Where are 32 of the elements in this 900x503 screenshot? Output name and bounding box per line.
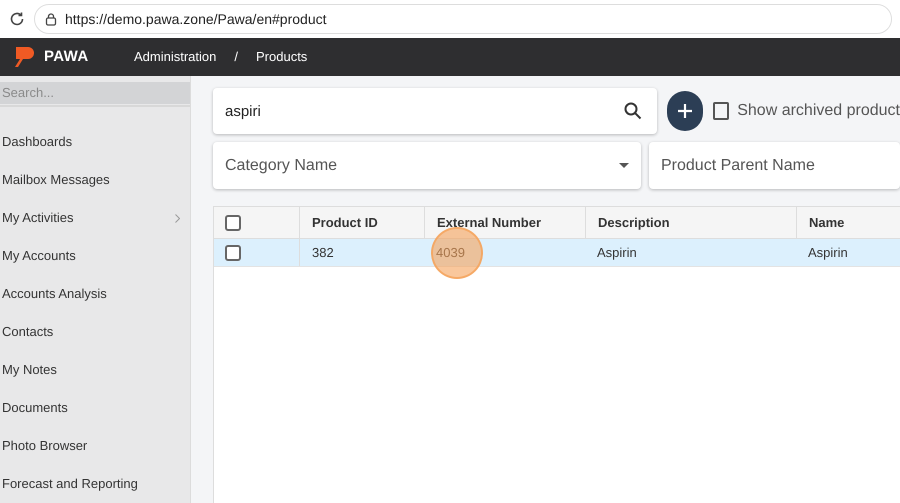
table-cell-text: 382 [312, 244, 334, 262]
address-bar[interactable]: https://demo.pawa.zone/Pawa/en#product [34, 4, 892, 34]
placeholder-text: Product Parent Name [661, 156, 815, 176]
logo-text: PAWA [44, 46, 89, 67]
sidebar-item[interactable]: Accounts Analysis [0, 275, 190, 313]
sidebar-item[interactable]: Forecast and Reporting [0, 465, 190, 503]
column-header[interactable]: Product ID [312, 212, 378, 232]
placeholder-text: Category Name [225, 156, 338, 176]
category-dropdown[interactable]: Category Name [213, 142, 641, 189]
column-header[interactable]: Name [809, 212, 844, 232]
sidebar-item[interactable]: My Accounts [0, 237, 190, 275]
sidebar-item[interactable]: My Activities [0, 199, 190, 237]
checkbox-label: Show archived product [737, 101, 900, 121]
column-header[interactable]: External Number [437, 212, 542, 232]
sidebar-search-field[interactable]: Search... [0, 82, 190, 104]
sidebar-item[interactable]: Photo Browser [0, 427, 190, 465]
table-cell-text: Aspirin [597, 244, 637, 262]
breadcrumb-link[interactable]: Administration [134, 47, 216, 67]
product-search-field[interactable]: aspiri [213, 88, 657, 134]
table-row[interactable]: 382 4039 Aspirin Aspirin [214, 239, 900, 267]
table-cell-text: 4039 [436, 244, 465, 262]
table-cell-text: Aspirin [808, 244, 848, 262]
sidebar-item[interactable]: Documents [0, 389, 190, 427]
sidebar-item[interactable]: Dashboards [0, 123, 190, 161]
breadcrumb-link[interactable]: Products [256, 47, 308, 67]
url-text: https://demo.pawa.zone/Pawa/en#product [65, 10, 327, 29]
sidebar-item[interactable]: Contacts [0, 313, 190, 351]
sidebar-item[interactable]: Mailbox Messages [0, 161, 190, 199]
parent-name-field[interactable]: Product Parent Name [649, 142, 900, 189]
sidebar-item[interactable]: My Notes [0, 351, 190, 389]
column-header[interactable]: Description [598, 212, 670, 232]
breadcrumb-separator: / [234, 48, 238, 66]
